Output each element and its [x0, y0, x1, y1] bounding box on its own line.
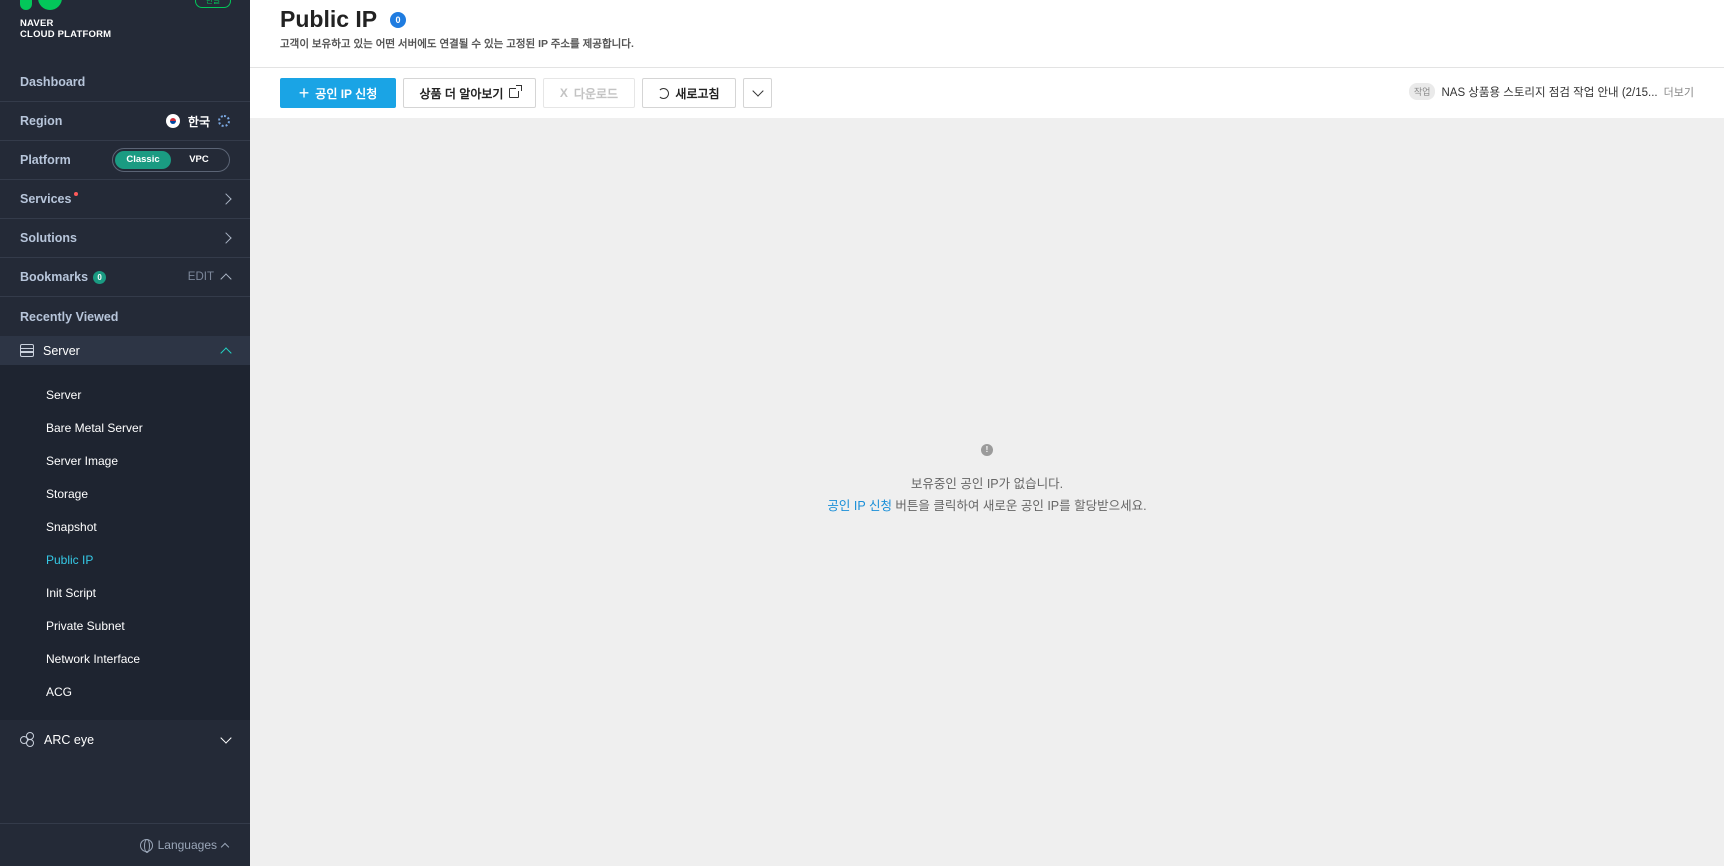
notice-more-link[interactable]: 더보기 — [1664, 84, 1694, 100]
bookmarks-count-badge: 0 — [93, 270, 107, 284]
plus-icon: + — [298, 83, 310, 103]
empty-state: ! 보유중인 공인 IP가 없습니다. 공인 IP 신청 버튼을 클릭하여 새로… — [250, 118, 1724, 866]
menu-group-server-label: Server — [43, 343, 80, 358]
server-submenu: Server Bare Metal Server Server Image St… — [0, 365, 250, 720]
chevron-up-icon[interactable] — [220, 273, 232, 285]
nav-region: Region 한국 — [0, 102, 250, 141]
empty-message: 보유중인 공인 IP가 없습니다. — [910, 477, 1064, 491]
nav-recently-viewed: Recently Viewed — [0, 297, 250, 336]
submenu-item-bare-metal-server[interactable]: Bare Metal Server — [46, 421, 143, 435]
empty-hint-text: 버튼을 클릭하여 새로운 공인 IP를 할당받으세요. — [891, 499, 1147, 513]
nav-bookmarks-label: Bookmarks — [20, 270, 89, 284]
empty-hint: 공인 IP 신청 버튼을 클릭하여 새로운 공인 IP를 할당받으세요. — [250, 495, 1724, 514]
platform-toggle[interactable]: Classic VPC — [112, 148, 230, 172]
submenu-item-storage[interactable]: Storage — [46, 487, 88, 501]
download-label: 다운로드 — [573, 86, 619, 101]
arc-eye-icon — [20, 732, 35, 747]
notice-banner: 작업 NAS 상품용 스토리지 점검 작업 안내 (2/15... 더보기 — [1408, 83, 1694, 100]
excel-icon: X — [559, 86, 568, 100]
submenu-item-server-image[interactable]: Server Image — [46, 454, 118, 468]
chevron-down-icon — [220, 731, 232, 744]
chevron-right-icon — [220, 232, 232, 244]
languages-label: Languages — [157, 838, 217, 852]
refresh-label: 새로고침 — [675, 86, 720, 101]
request-public-ip-button[interactable]: + 공인 IP 신청 — [280, 78, 396, 108]
logo-mark — [20, 0, 66, 12]
submenu-item-private-subnet[interactable]: Private Subnet — [46, 619, 125, 633]
server-icon — [20, 344, 34, 357]
platform-option-classic[interactable]: Classic — [115, 151, 171, 169]
gear-icon[interactable] — [218, 115, 230, 127]
new-indicator-dot — [74, 192, 79, 196]
bookmarks-edit-button[interactable]: EDIT — [188, 271, 214, 283]
globe-icon — [139, 838, 153, 853]
nav-bookmarks[interactable]: Bookmarks 0 EDIT — [0, 258, 250, 297]
refresh-icon — [658, 87, 670, 99]
submenu-item-network-interface[interactable]: Network Interface — [46, 652, 140, 666]
languages-selector[interactable]: Languages — [0, 823, 250, 866]
submenu-item-public-ip[interactable]: Public IP — [46, 553, 93, 567]
menu-group-server[interactable]: Server — [0, 336, 250, 365]
info-icon: ! — [981, 444, 993, 456]
nav-services-label: Services — [20, 192, 72, 206]
logo-text-line1: NAVER — [20, 18, 54, 29]
download-button[interactable]: X 다운로드 — [543, 78, 635, 108]
chevron-down-icon — [751, 85, 764, 97]
toolbar: + 공인 IP 신청 상품 더 알아보기 X 다운로드 새로고침 작업 NAS … — [250, 68, 1724, 118]
chevron-up-icon — [220, 842, 230, 852]
nav-dashboard-label: Dashboard — [20, 75, 86, 89]
nav-services[interactable]: Services — [0, 180, 250, 219]
chevron-right-icon — [220, 193, 232, 205]
nav-region-label: Region — [20, 114, 63, 128]
submenu-item-init-script[interactable]: Init Script — [46, 586, 96, 600]
nav-dashboard[interactable]: Dashboard — [0, 63, 250, 102]
platform-option-vpc[interactable]: VPC — [171, 151, 227, 169]
nav-solutions[interactable]: Solutions — [0, 219, 250, 258]
menu-group-arc-eye[interactable]: ARC eye — [0, 725, 250, 754]
request-public-ip-link[interactable]: 공인 IP 신청 — [827, 499, 892, 513]
menu-group-arc-eye-label: ARC eye — [44, 732, 95, 747]
nav-platform-label: Platform — [20, 153, 71, 167]
submenu-item-server[interactable]: Server — [46, 388, 81, 402]
sidebar: NAVER CLOUD PLATFORM 한글 Dashboard Region… — [0, 0, 250, 866]
nav-recently-viewed-label: Recently Viewed — [20, 309, 119, 324]
nav-platform: Platform Classic VPC — [0, 141, 250, 180]
chevron-up-icon — [220, 346, 232, 359]
language-badge[interactable]: 한글 — [195, 0, 231, 8]
page-title: Public IP — [280, 6, 378, 32]
page-header: Public IP 0 고객이 보유하고 있는 어떤 서버에도 연결될 수 있는… — [250, 0, 1724, 68]
learn-more-button[interactable]: 상품 더 알아보기 — [403, 78, 536, 108]
notice-text[interactable]: NAS 상품용 스토리지 점검 작업 안내 (2/15... — [1441, 84, 1657, 100]
logo-text-line2: CLOUD PLATFORM — [20, 29, 112, 40]
notice-tag: 작업 — [1408, 83, 1436, 100]
region-value[interactable]: 한국 — [188, 113, 210, 130]
page-description: 고객이 보유하고 있는 어떤 서버에도 연결될 수 있는 고정된 IP 주소를 … — [280, 38, 634, 50]
refresh-button[interactable]: 새로고침 — [642, 78, 736, 108]
submenu-item-acg[interactable]: ACG — [46, 685, 72, 699]
korea-flag-icon — [165, 114, 180, 128]
naver-cloud-logo[interactable]: NAVER CLOUD PLATFORM — [20, 0, 111, 40]
submenu-item-snapshot[interactable]: Snapshot — [46, 520, 97, 534]
request-public-ip-label: 공인 IP 신청 — [315, 86, 378, 101]
public-ip-count-badge: 0 — [390, 12, 406, 28]
external-link-icon — [509, 85, 523, 98]
nav-solutions-label: Solutions — [20, 231, 77, 245]
learn-more-label: 상품 더 알아보기 — [419, 86, 504, 101]
more-options-button[interactable] — [743, 78, 772, 108]
